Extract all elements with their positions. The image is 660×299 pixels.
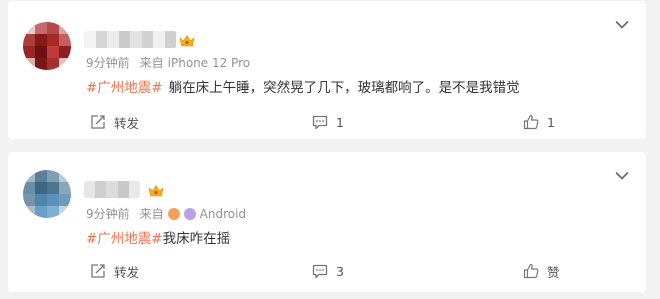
repost-label: 转发 xyxy=(114,115,140,131)
post-actions: 转发 1 1 xyxy=(8,111,646,133)
comment-icon xyxy=(312,115,328,129)
crown-badge-icon xyxy=(179,34,195,47)
post-source: iPhone 12 Pro xyxy=(167,55,251,70)
post-text: 我床咋在摇 xyxy=(162,231,231,247)
post-meta: 9分钟前 来自 iPhone 12 Pro xyxy=(86,54,250,71)
comment-count: 1 xyxy=(336,114,344,130)
source-prefix: 来自 xyxy=(139,207,164,221)
post-text: 躺在床上午睡，突然晃了几下，玻璃都响了。是不是我错觉 xyxy=(168,80,520,96)
post-time[interactable]: 9分钟前 xyxy=(86,54,130,71)
post-content: #广州地震# 躺在床上午睡，突然晃了几下，玻璃都响了。是不是我错觉 xyxy=(86,76,520,96)
post-time[interactable]: 9分钟前 xyxy=(86,205,130,222)
like-button[interactable]: 1 xyxy=(523,111,555,133)
post-actions: 转发 3 赞 xyxy=(8,260,646,282)
like-label: 赞 xyxy=(547,264,560,280)
comment-button[interactable]: 3 xyxy=(312,260,344,282)
thumbs-up-icon xyxy=(523,263,539,279)
repost-label: 转发 xyxy=(114,264,140,280)
purple-flower-icon xyxy=(183,207,196,220)
post-card: 9分钟前 来自 iPhone 12 Pro #广州地震# 躺在床上午睡，突然晃了几… xyxy=(8,1,646,139)
username-blurred[interactable] xyxy=(84,31,176,48)
thumbs-up-icon xyxy=(523,114,539,130)
post-card: 9分钟前 来自 Android #广州地震#我床咋在摇 转发 3 赞 xyxy=(8,152,646,292)
avatar[interactable] xyxy=(23,22,71,70)
chevron-down-icon[interactable] xyxy=(615,20,629,30)
username-blurred[interactable] xyxy=(84,181,140,198)
like-button[interactable]: 赞 xyxy=(523,260,560,282)
repost-button[interactable]: 转发 xyxy=(90,111,139,133)
repost-icon xyxy=(91,115,105,129)
chevron-down-icon[interactable] xyxy=(615,171,629,181)
comment-count: 3 xyxy=(336,263,344,279)
like-count: 1 xyxy=(547,114,555,130)
comment-icon xyxy=(312,264,328,278)
comment-button[interactable]: 1 xyxy=(312,111,344,133)
orange-badge-icon xyxy=(167,207,180,220)
hashtag-link[interactable]: #广州地震# xyxy=(86,231,163,247)
post-source: Android xyxy=(199,206,247,221)
post-content: #广州地震#我床咋在摇 xyxy=(86,227,230,247)
hashtag-link[interactable]: #广州地震# xyxy=(86,80,163,96)
source-prefix: 来自 xyxy=(139,56,164,70)
repost-button[interactable]: 转发 xyxy=(90,260,139,282)
avatar[interactable] xyxy=(23,170,71,218)
repost-icon xyxy=(91,264,105,278)
post-meta: 9分钟前 来自 Android xyxy=(86,205,246,222)
crown-badge-icon xyxy=(148,184,164,197)
